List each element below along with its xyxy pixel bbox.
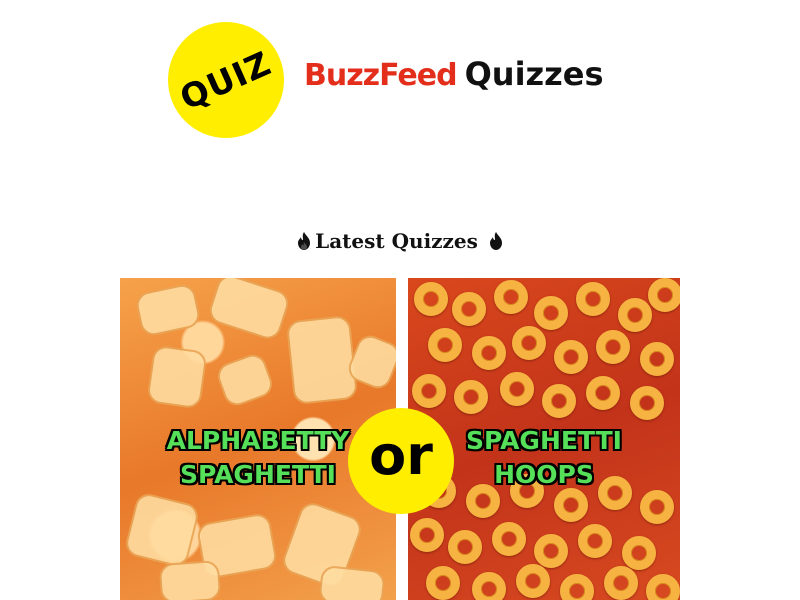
pasta-letter bbox=[134, 282, 202, 338]
quiz-logo-badge[interactable]: QUIZ bbox=[168, 22, 284, 138]
quiz-card-image[interactable]: ALPHABETTY SPAGHETTI SPAGHETTI HOOPS or bbox=[120, 278, 680, 600]
pasta-hoop bbox=[414, 282, 448, 316]
pasta-hoop bbox=[410, 518, 444, 552]
pasta-hoop bbox=[576, 282, 610, 316]
pasta-letter bbox=[158, 559, 222, 600]
pasta-hoop bbox=[472, 336, 506, 370]
pasta-hoop bbox=[640, 490, 674, 524]
pasta-hoop bbox=[494, 280, 528, 314]
pasta-hoop bbox=[586, 376, 620, 410]
site-header: QUIZ BuzzFeed Quizzes bbox=[168, 22, 628, 140]
brand-name: BuzzFeed bbox=[304, 58, 458, 93]
pasta-hoop bbox=[554, 340, 588, 374]
section-title: Latest Quizzes bbox=[315, 229, 478, 253]
pasta-hoop bbox=[646, 574, 680, 600]
pasta-hoop bbox=[648, 278, 680, 312]
fire-icon bbox=[298, 232, 311, 250]
pasta-letter bbox=[285, 314, 359, 406]
pasta-hoop bbox=[428, 328, 462, 362]
pasta-hoop bbox=[426, 566, 460, 600]
quiz-badge-text: QUIZ bbox=[174, 42, 278, 118]
pasta-hoop bbox=[472, 572, 506, 600]
pasta-hoop bbox=[578, 524, 612, 558]
pasta-hoop bbox=[554, 488, 588, 522]
pasta-letter bbox=[206, 278, 292, 343]
pasta-hoop bbox=[542, 384, 576, 418]
section-heading: Latest Quizzes bbox=[0, 229, 800, 253]
or-separator-badge: or bbox=[348, 408, 454, 514]
brand-suffix: Quizzes bbox=[464, 55, 604, 93]
pasta-hoop bbox=[512, 326, 546, 360]
brand-logo[interactable]: BuzzFeed Quizzes bbox=[304, 58, 604, 91]
pasta-letter bbox=[146, 344, 208, 410]
pasta-hoop bbox=[622, 536, 656, 570]
page: QUIZ BuzzFeed Quizzes Latest Quizzes ALP… bbox=[0, 0, 800, 600]
pasta-hoop bbox=[412, 374, 446, 408]
pasta-hoop bbox=[492, 522, 526, 556]
pasta-hoop bbox=[500, 372, 534, 406]
pasta-hoop bbox=[534, 534, 568, 568]
pasta-letter bbox=[318, 564, 386, 600]
pasta-hoop bbox=[618, 298, 652, 332]
pasta-letter bbox=[213, 350, 277, 410]
pasta-hoop bbox=[448, 530, 482, 564]
or-text: or bbox=[369, 424, 433, 487]
pasta-hoop bbox=[560, 574, 594, 600]
pasta-hoop bbox=[630, 386, 664, 420]
pasta-hoop bbox=[534, 296, 568, 330]
fire-icon bbox=[489, 232, 502, 250]
pasta-hoop bbox=[604, 566, 638, 600]
pasta-hoop bbox=[454, 380, 488, 414]
pasta-hoop bbox=[640, 342, 674, 376]
pasta-hoop bbox=[516, 564, 550, 598]
pasta-letter bbox=[123, 491, 201, 569]
pasta-hoop bbox=[596, 330, 630, 364]
pasta-hoop bbox=[452, 292, 486, 326]
